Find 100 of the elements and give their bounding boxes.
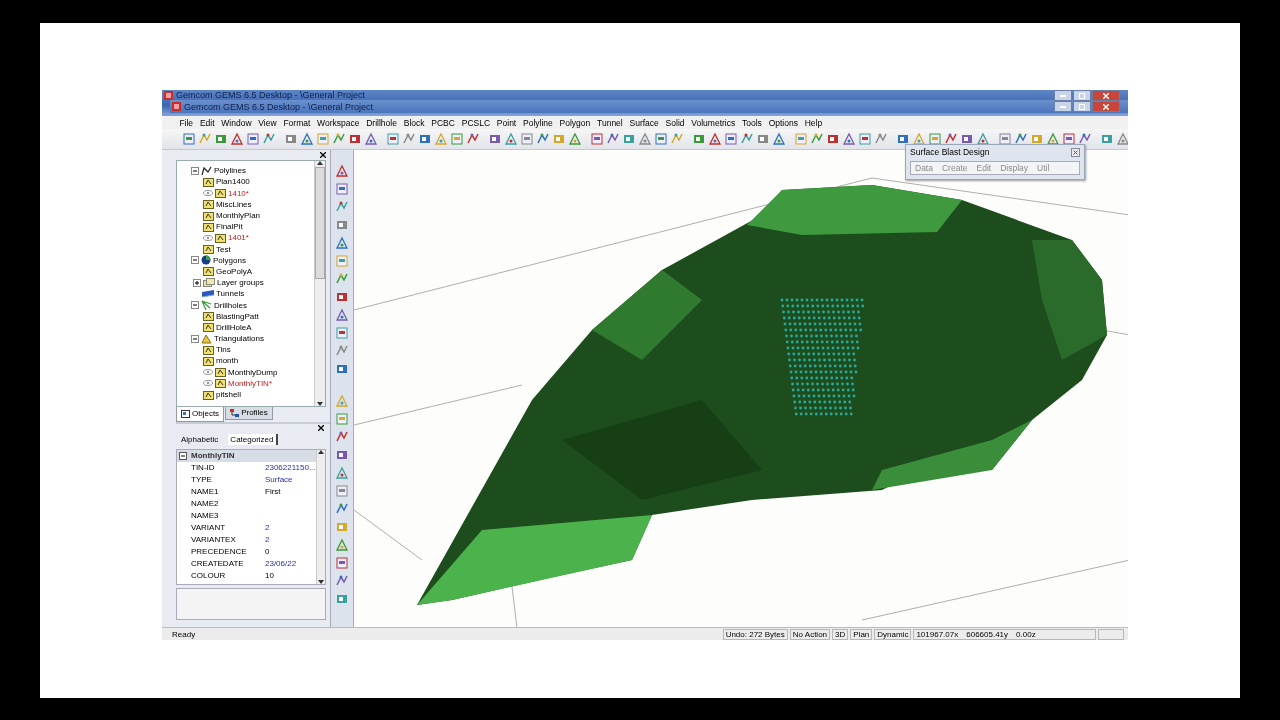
menu-item[interactable]: Volumetrics (687, 117, 739, 128)
toolbar-icon[interactable] (300, 132, 314, 147)
menu-item[interactable]: Surface (626, 117, 663, 128)
toolbar-icon[interactable] (364, 132, 378, 147)
layer-item[interactable]: Tunnels (216, 289, 245, 299)
property-value[interactable]: 0 (265, 547, 316, 557)
scroll-down-icon[interactable] (317, 579, 324, 584)
menu-item[interactable]: Solid (662, 117, 688, 128)
layer-item[interactable]: Polylines (214, 166, 246, 176)
menu-item[interactable]: Format (280, 117, 314, 128)
property-value[interactable]: 23/06/22 (265, 559, 316, 569)
property-value[interactable]: 10 (265, 571, 316, 581)
menu-item[interactable]: Edit (196, 117, 218, 128)
toolbar-icon[interactable] (335, 326, 349, 341)
layer-item[interactable]: Triangulations (214, 334, 264, 344)
toolbar-icon[interactable] (654, 132, 668, 147)
toolbar-icon[interactable] (246, 132, 260, 147)
toolbar-icon[interactable] (182, 132, 196, 147)
close-icon[interactable] (320, 152, 326, 159)
toolbar-icon[interactable] (335, 484, 349, 499)
property-value[interactable]: 2306221150... (265, 463, 316, 473)
toolbar-icon[interactable] (772, 132, 786, 147)
properties-tab[interactable]: Categorized (228, 434, 278, 446)
close-button[interactable] (1092, 90, 1120, 101)
menu-item[interactable]: Polyline (519, 117, 557, 128)
layer-item[interactable]: Test (216, 244, 231, 254)
scroll-down-icon[interactable] (317, 401, 323, 406)
toolbar-icon[interactable] (335, 466, 349, 481)
layer-item[interactable]: Layer groups (217, 278, 264, 288)
layer-item[interactable]: GeoPolyA (216, 266, 253, 276)
menu-item[interactable]: Tunnel (593, 117, 627, 128)
collapse-icon[interactable] (191, 334, 199, 343)
scrollbar[interactable] (315, 449, 325, 584)
toolbar-icon[interactable] (335, 164, 349, 179)
layer-item[interactable]: 1401* (228, 233, 249, 243)
property-value[interactable]: 2 (265, 535, 316, 545)
menu-item[interactable]: Workspace (313, 117, 363, 128)
layer-item[interactable]: MiscLines (216, 199, 252, 209)
layer-item[interactable]: MonthlyPlan (216, 211, 261, 220)
menu-item[interactable]: Window (217, 117, 255, 128)
layer-item[interactable]: month (216, 356, 239, 366)
toolbar-icon[interactable] (335, 182, 349, 197)
close-button[interactable] (1092, 101, 1120, 112)
maximize-button[interactable] (1073, 90, 1091, 101)
layer-item[interactable]: Tins (216, 345, 231, 355)
menu-item[interactable]: View (254, 117, 280, 128)
collapse-icon[interactable] (179, 451, 187, 460)
collapse-icon[interactable] (191, 166, 199, 175)
property-value[interactable]: First (265, 487, 316, 497)
layer-item[interactable]: BlastingPatt (216, 311, 259, 321)
minimize-button[interactable] (1054, 101, 1072, 112)
toolbar-icon[interactable] (724, 132, 738, 147)
toolbar-icon[interactable] (520, 132, 534, 147)
toolbar-icon[interactable] (504, 132, 518, 147)
toolbar-icon[interactable] (590, 132, 604, 147)
toolbar-icon[interactable] (386, 132, 400, 147)
toolbar-icon[interactable] (858, 132, 872, 147)
toolbar-icon[interactable] (708, 132, 722, 147)
layer-item[interactable]: Plan1400 (216, 177, 250, 187)
menu-item[interactable]: PCBC (427, 117, 459, 128)
toolbar-icon[interactable] (230, 132, 244, 147)
menu-item[interactable]: Tools (738, 117, 766, 128)
layer-item[interactable]: MonthlyTIN* (228, 378, 272, 388)
toolbar-icon[interactable] (1116, 132, 1128, 147)
toolbar-icon[interactable] (638, 132, 652, 147)
close-icon[interactable] (1071, 147, 1080, 157)
toolbar-icon[interactable] (335, 308, 349, 323)
close-icon[interactable] (318, 425, 324, 432)
properties-tab[interactable]: Alphabetic (179, 434, 221, 446)
layer-item[interactable]: 1410* (228, 188, 249, 198)
menu-item[interactable]: Help (801, 117, 826, 128)
toolbar-icon[interactable] (1046, 132, 1060, 147)
layer-item[interactable]: Drillholes (214, 300, 247, 310)
toolbar-icon[interactable] (335, 556, 349, 571)
menu-item[interactable]: Options (765, 117, 802, 128)
menu-item[interactable]: Block (400, 117, 428, 128)
toolbar-icon[interactable] (998, 132, 1012, 147)
toolbar-icon[interactable] (335, 538, 349, 553)
toolbar-icon[interactable] (316, 132, 330, 147)
collapse-icon[interactable] (191, 256, 199, 265)
layer-item[interactable]: pitshell (216, 390, 241, 399)
property-value[interactable]: 2 (265, 523, 316, 533)
menu-item[interactable]: Point (493, 117, 520, 128)
layer-item[interactable]: MonthlyDump (228, 367, 278, 377)
scrollbar[interactable] (314, 161, 325, 406)
menu-item[interactable]: File (176, 117, 197, 128)
layer-item[interactable]: Polygons (213, 255, 246, 265)
toolbar-icon[interactable] (1062, 132, 1076, 147)
toolbar-icon[interactable] (335, 236, 349, 251)
scroll-up-icon[interactable] (317, 449, 324, 454)
layer-item[interactable]: DrillHoleA (216, 322, 252, 332)
menu-item[interactable]: Polygon (556, 117, 594, 128)
expand-icon[interactable] (193, 278, 201, 287)
layer-item[interactable]: FinalPit (216, 222, 243, 232)
minimize-button[interactable] (1054, 90, 1072, 101)
toolbar-icon[interactable] (842, 132, 856, 147)
maximize-button[interactable] (1073, 101, 1091, 112)
toolbar-icon[interactable] (335, 254, 349, 269)
property-value[interactable]: Surface (265, 475, 316, 485)
toolbar-icon[interactable] (568, 132, 582, 147)
